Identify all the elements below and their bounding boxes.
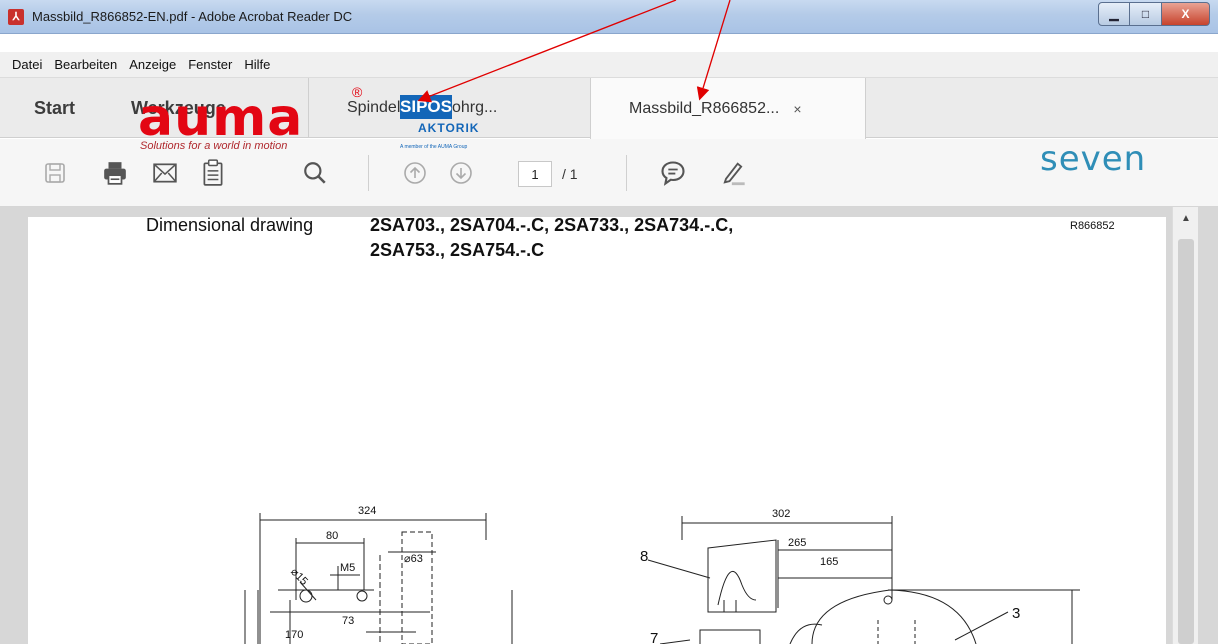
dim-73: 73	[342, 615, 355, 627]
dim-170: 170	[285, 629, 304, 641]
callout-7: 7	[650, 630, 659, 644]
technical-drawing	[244, 513, 1080, 644]
dim-324: 324	[358, 505, 377, 517]
callout-3: 3	[1012, 605, 1021, 622]
callout-8: 8	[640, 548, 649, 565]
acrobat-window: ⅄ Massbild_R866852-EN.pdf - Adobe Acroba…	[0, 0, 1218, 644]
dim-302: 302	[772, 508, 791, 520]
dim-165: 165	[820, 556, 839, 568]
dim-63: ⌀63	[404, 553, 423, 565]
dim-265: 265	[788, 537, 807, 549]
dim-80: 80	[326, 530, 339, 542]
dim-m5: M5	[340, 562, 356, 574]
